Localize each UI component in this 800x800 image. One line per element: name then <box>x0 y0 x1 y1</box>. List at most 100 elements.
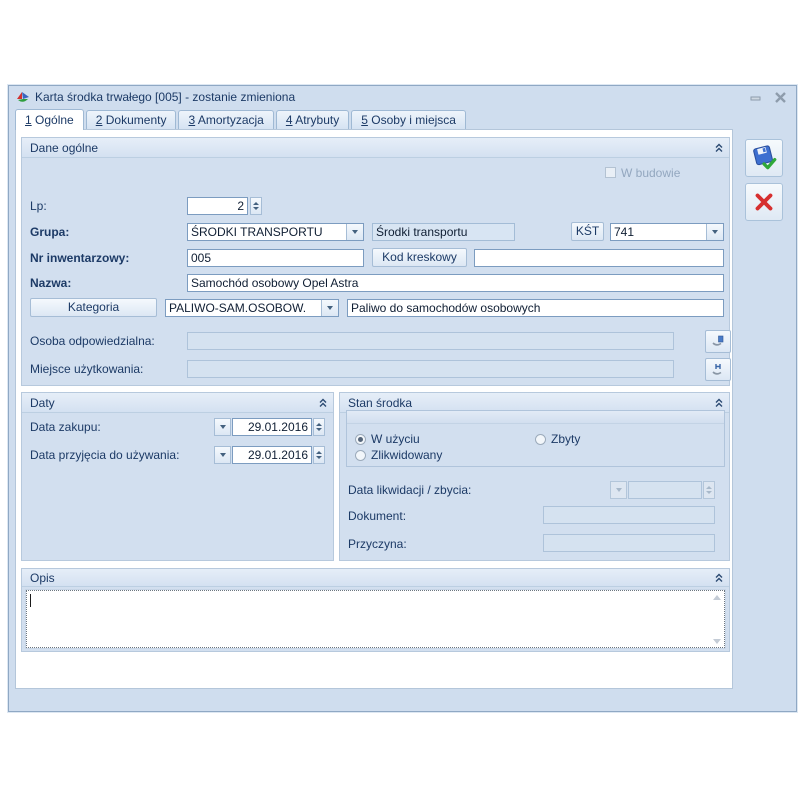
tab-osoby-i-miejsca[interactable]: 5 Osoby i miejsca <box>351 110 466 130</box>
letter-h-history-icon <box>711 363 725 376</box>
data-likwidacji-spinner <box>703 481 715 499</box>
tab-dokumenty[interactable]: 2 Dokumenty <box>86 110 177 130</box>
collapse-icon <box>714 143 724 153</box>
save-disk-icon <box>750 144 778 172</box>
kst-value-input[interactable] <box>611 224 706 240</box>
radio-label: Zlikwidowany <box>371 448 442 462</box>
group-stan-srodka: Stan środka W użyciu Zbyty Zlikwidowany <box>339 392 730 561</box>
lp-spinner[interactable] <box>250 197 262 215</box>
osoba-historia-button[interactable] <box>705 330 731 353</box>
close-icon <box>774 92 787 104</box>
lp-input[interactable] <box>187 197 248 215</box>
collapse-button[interactable] <box>711 396 726 410</box>
minimize-icon <box>750 94 762 102</box>
group-title: Daty <box>30 396 55 410</box>
tab-label: Osoby i miejsca <box>371 113 456 127</box>
data-likwidacji-calendar-button <box>610 481 627 499</box>
radio-icon <box>535 434 546 445</box>
przyczyna-input <box>543 534 715 552</box>
group-header: Dane ogólne <box>22 138 729 158</box>
data-zakupu-spinner[interactable] <box>313 418 325 436</box>
data-przyjecia-spinner[interactable] <box>313 446 325 464</box>
tab-label: Atrybuty <box>295 113 339 127</box>
desktop-background: Karta środka trwałego [005] - zostanie z… <box>0 0 800 800</box>
minimize-button[interactable] <box>747 91 765 105</box>
kategoria-name-input[interactable] <box>347 299 724 317</box>
cancel-button[interactable] <box>745 183 783 221</box>
miejsce-uzytkowania-label: Miejsce użytkowania: <box>30 360 143 378</box>
lp-label: Lp: <box>30 197 47 215</box>
opis-textarea[interactable] <box>26 590 725 648</box>
miejsce-historia-button[interactable] <box>705 358 731 381</box>
data-przyjecia-calendar-button[interactable] <box>214 446 231 464</box>
stan-radio-panel: W użyciu Zbyty Zlikwidowany <box>346 410 725 467</box>
chevron-down-icon <box>327 306 333 310</box>
group-header: Daty <box>22 393 333 413</box>
collapse-icon <box>714 573 724 583</box>
radio-label: Zbyty <box>551 432 580 446</box>
chevron-down-icon <box>220 425 226 429</box>
tab-atrybuty[interactable]: 4 Atrybuty <box>276 110 349 130</box>
collapse-button[interactable] <box>711 571 726 585</box>
data-przyjecia-input[interactable] <box>232 446 312 464</box>
tab-amortyzacja[interactable]: 3 Amortyzacja <box>178 110 273 130</box>
close-button[interactable] <box>771 91 789 105</box>
radio-label: W użyciu <box>371 432 420 446</box>
grupa-label: Grupa: <box>30 223 69 241</box>
radio-w-uzyciu[interactable]: W użyciu <box>355 432 420 446</box>
collapse-button[interactable] <box>711 141 726 155</box>
group-title: Dane ogólne <box>30 141 98 155</box>
kst-button[interactable]: KŚT <box>571 222 604 241</box>
kategoria-dropdown-button[interactable] <box>321 300 338 316</box>
title-bar[interactable]: Karta środka trwałego [005] - zostanie z… <box>9 86 796 109</box>
nazwa-input[interactable] <box>187 274 724 292</box>
group-dane-ogolne: Dane ogólne W budowie Lp: Grupa: KŚT Nr … <box>21 137 730 386</box>
radio-zlikwidowany[interactable]: Zlikwidowany <box>355 448 442 462</box>
kategoria-code-input[interactable] <box>166 300 321 316</box>
dokument-input <box>543 506 715 524</box>
collapse-icon <box>714 398 724 408</box>
group-opis: Opis <box>21 568 730 652</box>
kst-combobox[interactable] <box>610 223 724 241</box>
collapse-icon <box>318 398 328 408</box>
grupa-dropdown-button[interactable] <box>346 224 363 240</box>
data-zakupu-calendar-button[interactable] <box>214 418 231 436</box>
data-zakupu-input[interactable] <box>232 418 312 436</box>
data-likwidacji-input <box>628 481 702 499</box>
collapse-button[interactable] <box>315 396 330 410</box>
kategoria-button[interactable]: Kategoria <box>30 298 157 317</box>
tab-label: Ogólne <box>35 113 74 127</box>
radio-zbyty[interactable]: Zbyty <box>535 432 580 446</box>
scroll-up-icon <box>713 595 721 600</box>
tab-strip: 1 Ogólne 2 Dokumenty 3 Amortyzacja 4 Atr… <box>15 109 468 130</box>
tab-label: Amortyzacja <box>198 113 264 127</box>
tab-accel: 4 <box>286 113 293 127</box>
grupa-combobox[interactable] <box>187 223 364 241</box>
radio-icon <box>355 450 366 461</box>
w-budowie-checkbox <box>605 167 616 178</box>
person-history-icon <box>711 335 725 348</box>
w-budowie-label: W budowie <box>621 164 680 182</box>
grupa-name-display <box>372 223 515 241</box>
kst-dropdown-button[interactable] <box>706 224 723 240</box>
nazwa-label: Nazwa: <box>30 274 71 292</box>
cancel-x-icon <box>752 190 776 214</box>
kod-kreskowy-button[interactable]: Kod kreskowy <box>372 248 467 267</box>
data-zakupu-label: Data zakupu: <box>30 418 101 436</box>
group-title: Stan środka <box>348 396 412 410</box>
kod-kreskowy-input[interactable] <box>474 249 724 267</box>
data-przyjecia-label: Data przyjęcia do używania: <box>30 446 179 464</box>
tab-accel: 3 <box>188 113 195 127</box>
nr-inwentarzowy-label: Nr inwentarzowy: <box>30 249 129 267</box>
osoba-odpowiedzialna-input <box>187 332 674 350</box>
grupa-code-input[interactable] <box>188 224 346 240</box>
chevron-down-icon <box>712 230 718 234</box>
save-button[interactable] <box>745 139 783 177</box>
text-caret <box>30 594 31 607</box>
window-title: Karta środka trwałego [005] - zostanie z… <box>35 90 295 104</box>
group-daty: Daty Data zakupu: Data przyjęcia do używ… <box>21 392 334 561</box>
tab-ogolne[interactable]: 1 Ogólne <box>15 109 84 130</box>
group-title: Opis <box>30 571 55 585</box>
nr-inwentarzowy-input[interactable] <box>187 249 364 267</box>
kategoria-combobox[interactable] <box>165 299 339 317</box>
